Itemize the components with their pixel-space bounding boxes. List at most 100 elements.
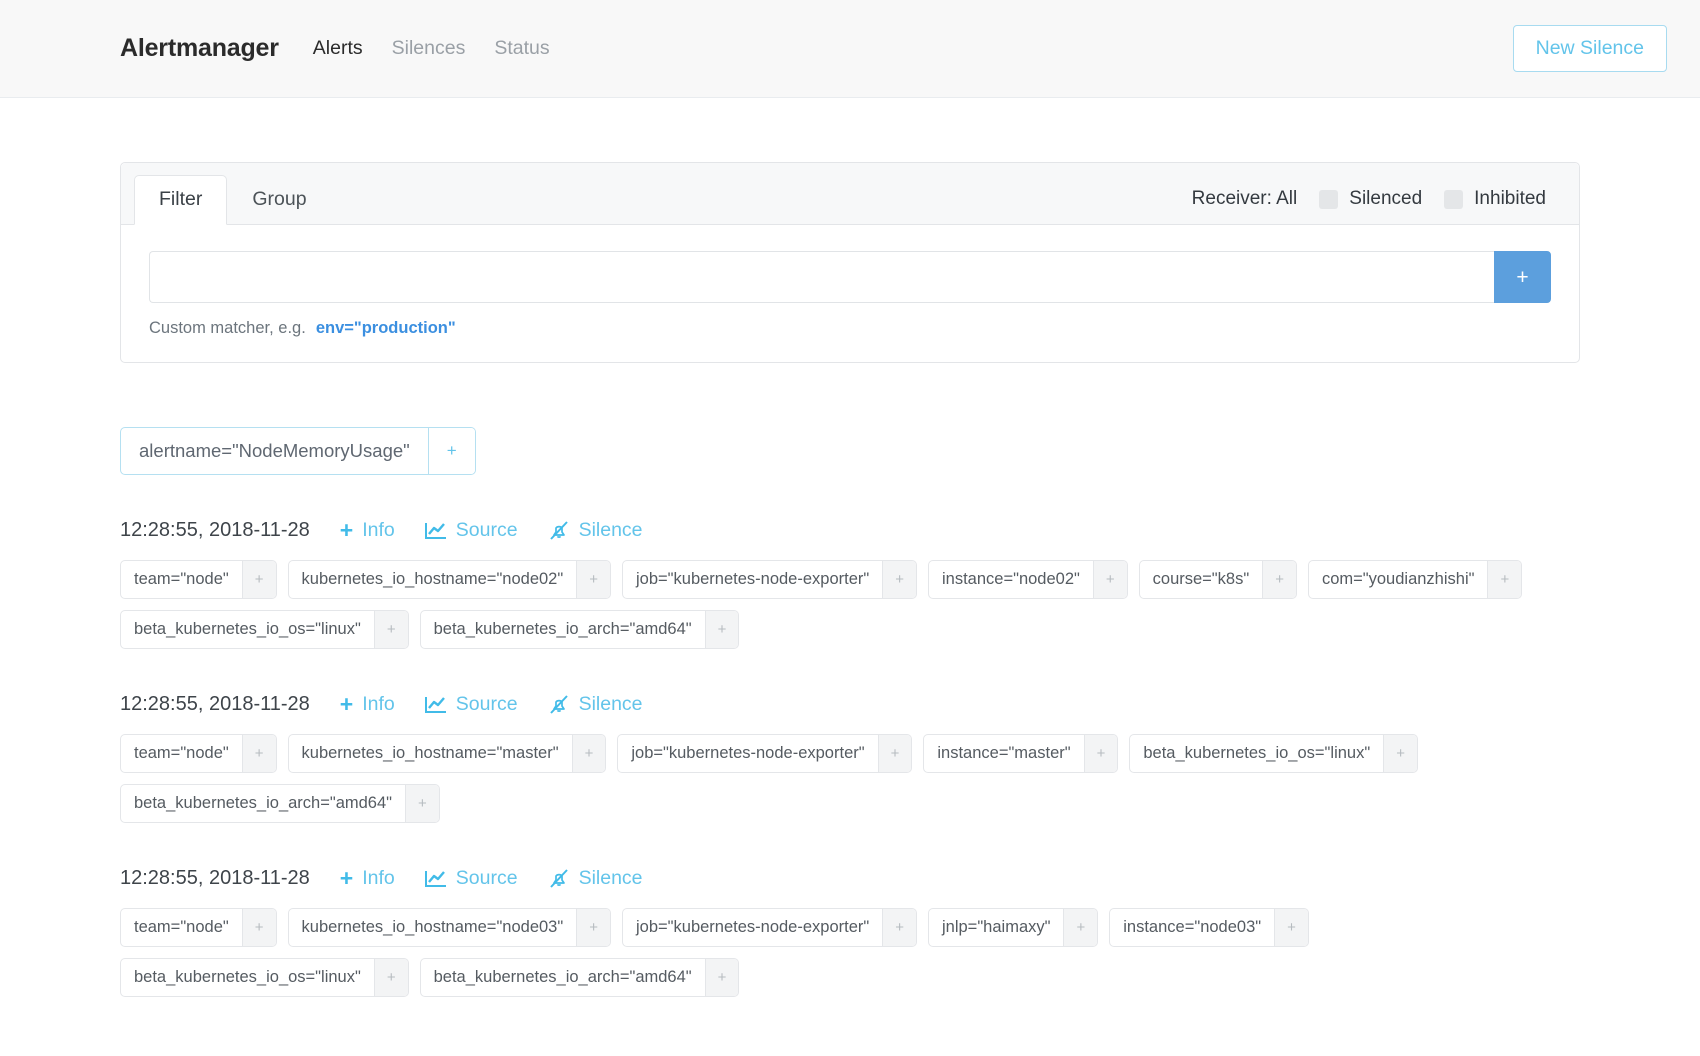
bell-slash-icon xyxy=(548,869,570,888)
alert-label-chip[interactable]: beta_kubernetes_io_arch="amd64" + xyxy=(419,610,740,649)
matcher-helper-example: env="production" xyxy=(315,319,456,337)
alert-label-chip[interactable]: instance="node03" + xyxy=(1109,908,1309,947)
alert-label-chip[interactable]: kubernetes_io_hostname="master" + xyxy=(287,734,607,773)
plus-icon: + xyxy=(339,865,354,892)
top-navbar: Alertmanager Alerts Silences Status New … xyxy=(0,0,1700,98)
alert-action-source[interactable]: Source xyxy=(424,693,518,716)
alert-label-chip[interactable]: beta_kubernetes_io_os="linux" + xyxy=(120,610,409,649)
alert-label-chip[interactable]: team="node" + xyxy=(120,908,277,947)
alert-label-add-icon[interactable]: + xyxy=(882,909,916,946)
alert-label-chip[interactable]: instance="master" + xyxy=(923,734,1119,773)
matcher-input[interactable] xyxy=(149,251,1494,303)
nav-link-silences[interactable]: Silences xyxy=(392,37,466,60)
alert-label-add-icon[interactable]: + xyxy=(571,735,606,772)
alert-labels: team="node" + kubernetes_io_hostname="node… xyxy=(120,560,1580,649)
inhibited-toggle[interactable]: Inhibited xyxy=(1444,188,1546,210)
matcher-input-row: + xyxy=(149,251,1551,303)
alert-label-chip[interactable]: instance="node02" + xyxy=(928,560,1128,599)
alert-label-add-icon[interactable]: + xyxy=(576,909,610,946)
alert-label-add-icon[interactable]: + xyxy=(1092,561,1127,598)
alert-action-source[interactable]: Source xyxy=(424,519,518,542)
group-matcher-add-icon[interactable]: + xyxy=(427,428,475,474)
alert-label-chip[interactable]: beta_kubernetes_io_os="linux" + xyxy=(1129,734,1418,773)
group-matcher-chip[interactable]: alertname="NodeMemoryUsage" + xyxy=(120,427,476,475)
alert-action-source[interactable]: Source xyxy=(424,867,518,890)
bell-slash-icon xyxy=(548,521,570,540)
alert-label-add-icon[interactable]: + xyxy=(1274,909,1308,946)
alert-action-info[interactable]: + Info xyxy=(340,693,395,716)
alert-label-chip[interactable]: job="kubernetes-node-exporter" + xyxy=(622,908,917,947)
alert-action-info[interactable]: + Info xyxy=(340,867,395,890)
alert-header: 12:28:55, 2018-11-28 + Info Source Silence xyxy=(120,693,1580,716)
alert-label-chip[interactable]: jnlp="haimaxy" + xyxy=(928,908,1099,947)
inhibited-checkbox-icon[interactable] xyxy=(1444,189,1464,209)
alert-label-text: beta_kubernetes_io_arch="amd64" xyxy=(433,620,692,638)
alert-label-add-icon[interactable]: + xyxy=(1063,909,1098,946)
nav-link-status[interactable]: Status xyxy=(494,37,549,60)
alert-label-add-icon[interactable]: + xyxy=(405,785,439,822)
alert-label-chip[interactable]: beta_kubernetes_io_os="linux" + xyxy=(120,958,409,997)
alert-label-chip[interactable]: beta_kubernetes_io_arch="amd64" + xyxy=(419,958,740,997)
alert-list: 12:28:55, 2018-11-28 + Info Source Silence te… xyxy=(120,519,1580,997)
alert-label-add-icon[interactable]: + xyxy=(704,611,739,648)
alert-label-add-icon[interactable]: + xyxy=(373,611,408,648)
alert-label-add-icon[interactable]: + xyxy=(241,909,276,946)
alert-action-silence[interactable]: Silence xyxy=(548,519,643,542)
chart-line-icon xyxy=(424,521,447,540)
alert-label-add-icon[interactable]: + xyxy=(704,959,739,996)
alert-header: 12:28:55, 2018-11-28 + Info Source Silence xyxy=(120,519,1580,542)
alert-item: 12:28:55, 2018-11-28 + Info Source Silence te… xyxy=(120,519,1580,649)
alert-label-chip[interactable]: job="kubernetes-node-exporter" + xyxy=(617,734,913,773)
alert-label-text: instance="node03" xyxy=(1123,918,1262,936)
alert-action-label: Info xyxy=(362,693,395,715)
alert-label-chip[interactable]: kubernetes_io_hostname="node02" + xyxy=(287,560,611,599)
plus-icon: + xyxy=(339,517,354,544)
alert-label-chip[interactable]: com="youdianzhishi" + xyxy=(1307,560,1523,599)
alert-label-add-icon[interactable]: + xyxy=(877,735,912,772)
alert-label-text: team="node" xyxy=(134,570,229,588)
alert-timestamp: 12:28:55, 2018-11-28 xyxy=(120,519,310,541)
alert-label-add-icon[interactable]: + xyxy=(1487,561,1522,598)
alert-label-text: job="kubernetes-node-exporter" xyxy=(636,918,870,936)
alert-label-add-icon[interactable]: + xyxy=(1383,735,1417,772)
plus-icon: + xyxy=(339,691,354,718)
new-silence-button[interactable]: New Silence xyxy=(1512,25,1667,72)
alert-action-info[interactable]: + Info xyxy=(340,519,395,542)
chart-line-icon xyxy=(424,695,447,714)
alert-label-text: instance="master" xyxy=(937,744,1071,762)
tab-group[interactable]: Group xyxy=(227,175,331,225)
alert-action-label: Source xyxy=(455,867,518,889)
bell-slash-icon xyxy=(548,695,570,714)
group-matcher-label: alertname="NodeMemoryUsage" xyxy=(139,440,410,461)
alert-label-chip[interactable]: beta_kubernetes_io_arch="amd64" + xyxy=(120,784,440,823)
alert-labels: team="node" + kubernetes_io_hostname="node… xyxy=(120,908,1580,997)
silenced-checkbox-icon[interactable] xyxy=(1319,189,1339,209)
alert-label-text: com="youdianzhishi" xyxy=(1321,570,1475,588)
alert-label-chip[interactable]: course="k8s" + xyxy=(1138,560,1297,599)
alert-label-add-icon[interactable]: + xyxy=(576,561,610,598)
alert-label-add-icon[interactable]: + xyxy=(241,735,276,772)
tab-filter[interactable]: Filter xyxy=(134,175,228,225)
alert-label-chip[interactable]: team="node" + xyxy=(120,560,277,599)
silenced-toggle[interactable]: Silenced xyxy=(1319,188,1422,210)
alert-label-text: job="kubernetes-node-exporter" xyxy=(631,744,865,762)
alert-action-silence[interactable]: Silence xyxy=(548,867,643,890)
nav-link-alerts[interactable]: Alerts xyxy=(313,37,363,60)
alert-label-chip[interactable]: job="kubernetes-node-exporter" + xyxy=(622,560,917,599)
alert-label-chip[interactable]: kubernetes_io_hostname="node03" + xyxy=(287,908,611,947)
receiver-selector[interactable]: Receiver: All xyxy=(1192,188,1298,210)
alert-label-chip[interactable]: team="node" + xyxy=(120,734,277,773)
alert-label-text: kubernetes_io_hostname="master" xyxy=(301,744,559,762)
inhibited-toggle-label: Inhibited xyxy=(1474,188,1546,209)
alert-label-add-icon[interactable]: + xyxy=(882,561,916,598)
alert-action-label: Silence xyxy=(578,867,643,889)
alert-label-add-icon[interactable]: + xyxy=(241,561,276,598)
alert-label-add-icon[interactable]: + xyxy=(1262,561,1296,598)
add-matcher-button[interactable]: + xyxy=(1494,251,1551,303)
filter-card: Filter Group Receiver: All Silenced Inhi… xyxy=(120,162,1580,363)
matcher-helper-prefix: Custom matcher, e.g. xyxy=(149,319,306,337)
alert-label-add-icon[interactable]: + xyxy=(373,959,408,996)
alert-action-label: Info xyxy=(362,867,395,889)
alert-label-add-icon[interactable]: + xyxy=(1083,735,1118,772)
alert-action-silence[interactable]: Silence xyxy=(548,693,643,716)
